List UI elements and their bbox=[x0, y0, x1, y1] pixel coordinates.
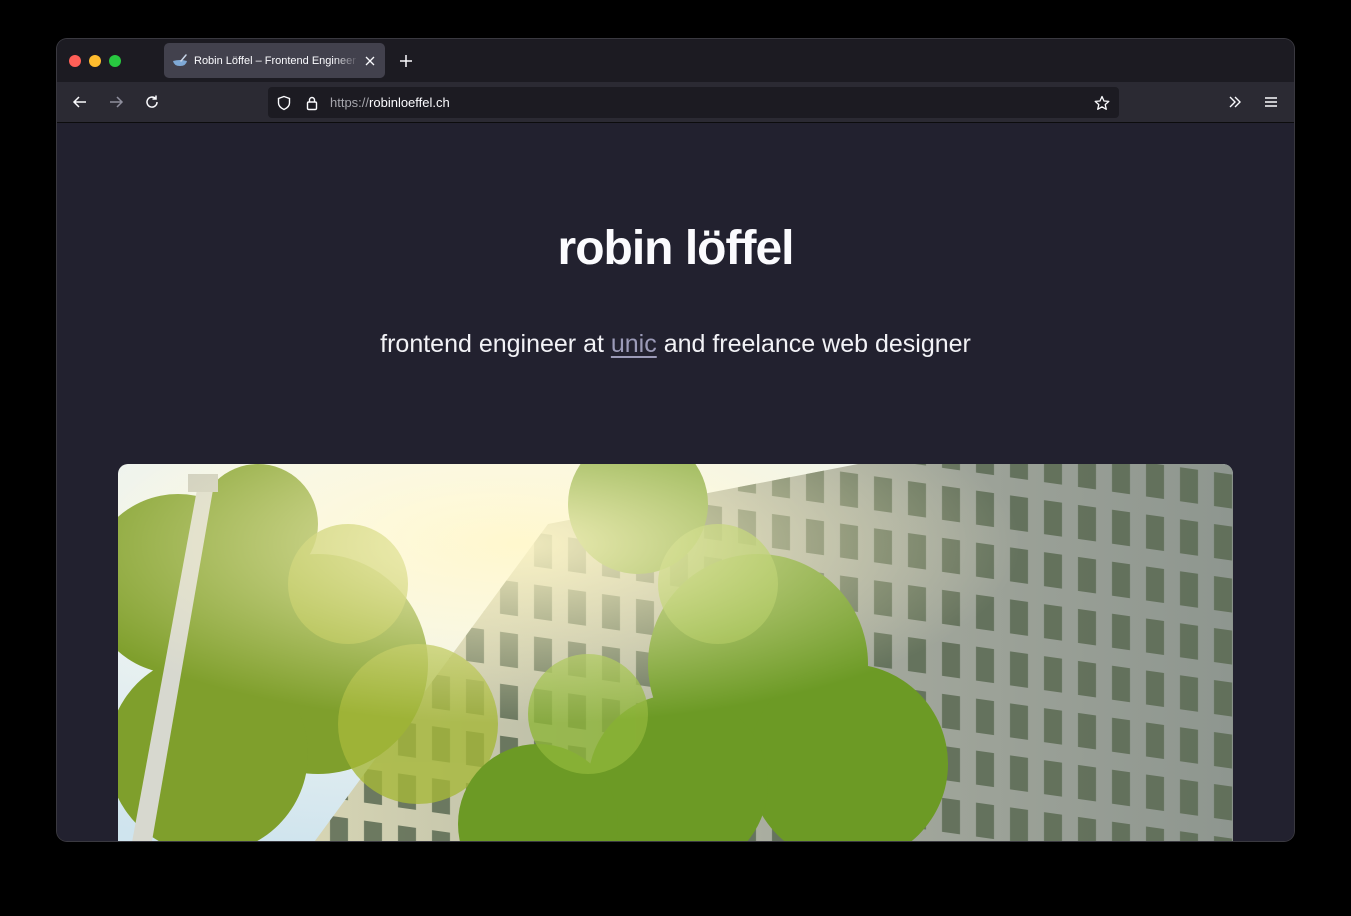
navigation-bar: https://robinloeffel.ch bbox=[57, 82, 1294, 123]
tab-strip: Robin Löffel – Frontend Engineer bbox=[57, 39, 1294, 82]
hamburger-menu-icon[interactable] bbox=[1261, 92, 1281, 112]
url-text[interactable]: https://robinloeffel.ch bbox=[330, 95, 450, 111]
page-subtitle: frontend engineer at unic and freelance … bbox=[57, 329, 1294, 359]
plus-icon[interactable] bbox=[397, 52, 415, 70]
url-bar[interactable]: https://robinloeffel.ch bbox=[268, 87, 1119, 118]
close-icon[interactable] bbox=[363, 54, 377, 68]
bowl-favicon-icon bbox=[172, 53, 188, 69]
page-title: robin löffel bbox=[557, 222, 795, 275]
url-scheme: https:// bbox=[330, 95, 370, 110]
minimize-window-button[interactable] bbox=[89, 55, 101, 67]
lock-icon[interactable] bbox=[304, 95, 320, 111]
subtitle-text-end: and freelance web designer bbox=[656, 330, 971, 358]
overflow-chevrons-icon[interactable] bbox=[1225, 92, 1245, 112]
reload-icon[interactable] bbox=[142, 92, 162, 112]
close-window-button[interactable] bbox=[69, 55, 81, 67]
browser-window: Robin Löffel – Frontend Engineer https:/… bbox=[57, 39, 1294, 841]
browser-tab[interactable]: Robin Löffel – Frontend Engineer bbox=[164, 43, 385, 78]
shield-icon[interactable] bbox=[276, 95, 292, 111]
arrow-left-icon[interactable] bbox=[70, 92, 90, 112]
unic-link[interactable]: unic bbox=[611, 330, 657, 358]
hero-image bbox=[118, 464, 1233, 841]
star-icon[interactable] bbox=[1094, 95, 1110, 111]
tab-title: Robin Löffel – Frontend Engineer bbox=[194, 54, 356, 67]
maximize-window-button[interactable] bbox=[109, 55, 121, 67]
subtitle-text-start: frontend engineer at bbox=[380, 330, 611, 358]
url-host: robinloeffel.ch bbox=[369, 95, 450, 110]
page-content: robin löffel frontend engineer at unic a… bbox=[57, 123, 1294, 841]
arrow-right-icon[interactable] bbox=[106, 92, 126, 112]
